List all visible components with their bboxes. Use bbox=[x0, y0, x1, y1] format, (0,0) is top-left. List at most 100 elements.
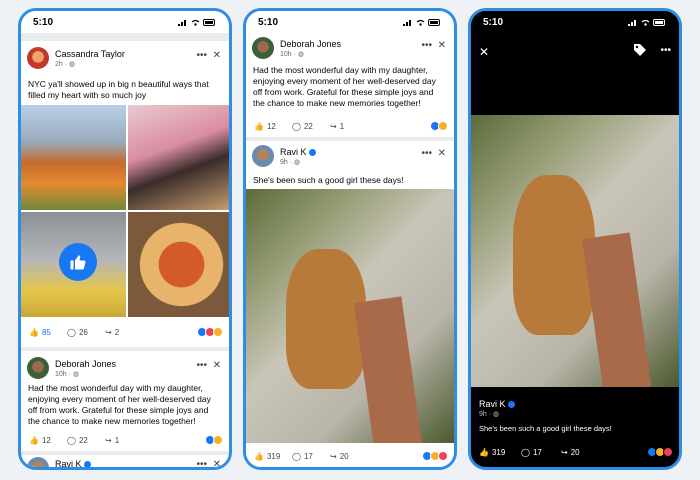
like-reaction-overlay-icon bbox=[59, 243, 97, 281]
globe-icon: ◍ bbox=[72, 370, 80, 378]
share-icon: ↪ bbox=[330, 451, 337, 461]
battery-icon bbox=[428, 18, 440, 26]
feed-post: Deborah Jones 10h · ◍ ••• ✕ Had the most… bbox=[246, 33, 454, 137]
reaction-summary[interactable] bbox=[205, 435, 223, 445]
photo-dog-walk[interactable] bbox=[246, 189, 454, 443]
author-name[interactable]: Deborah Jones bbox=[55, 359, 116, 369]
photo-woman-shopping[interactable] bbox=[128, 105, 229, 210]
share-button[interactable]: ↪ 20 bbox=[561, 448, 580, 457]
like-button[interactable]: 👍 12 bbox=[29, 436, 51, 445]
close-icon[interactable]: ✕ bbox=[438, 40, 446, 51]
comment-icon: ◯ bbox=[292, 451, 301, 461]
thumbs-up-icon bbox=[70, 255, 86, 270]
haha-reaction-icon bbox=[213, 327, 223, 337]
dog-shape bbox=[286, 249, 366, 389]
reaction-summary[interactable] bbox=[647, 447, 673, 457]
author-name[interactable]: Cassandra Taylor bbox=[55, 49, 125, 59]
photo-dog-walk[interactable] bbox=[471, 115, 679, 387]
comment-button[interactable]: ◯ 26 bbox=[67, 328, 88, 337]
reaction-summary[interactable] bbox=[430, 121, 448, 131]
like-count: 12 bbox=[41, 435, 51, 445]
reaction-bar: 👍 12 ◯ 22 ↪ 1 bbox=[21, 429, 229, 451]
wifi-icon bbox=[191, 19, 200, 26]
battery-icon bbox=[203, 18, 215, 26]
avatar[interactable] bbox=[252, 37, 274, 59]
comment-button[interactable]: ◯ 17 bbox=[292, 452, 313, 461]
close-icon[interactable]: ✕ bbox=[213, 50, 221, 61]
post-header: Deborah Jones 10h · ◍ bbox=[252, 37, 341, 59]
share-button[interactable]: ↪ 1 bbox=[105, 436, 119, 445]
avatar[interactable] bbox=[27, 457, 49, 467]
photo-city-trees[interactable] bbox=[21, 105, 126, 210]
more-icon[interactable]: ••• bbox=[196, 50, 207, 61]
post-time: 9h bbox=[280, 158, 288, 166]
tag-icon[interactable] bbox=[633, 43, 647, 57]
reaction-bar: 👍 319 ◯ 17 ↪ 20 bbox=[246, 445, 454, 467]
thumbs-up-icon: 👍 bbox=[254, 121, 264, 131]
like-button[interactable]: 👍 12 bbox=[254, 122, 276, 131]
post-text: Had the most wonderful day with my daugh… bbox=[28, 383, 211, 426]
reaction-bar: 👍 12 ◯ 22 ↪ 1 bbox=[246, 115, 454, 137]
status-time: 5:10 bbox=[483, 16, 504, 28]
share-count: 1 bbox=[339, 121, 345, 131]
more-icon[interactable]: ••• bbox=[421, 148, 432, 159]
reaction-summary[interactable] bbox=[422, 451, 448, 461]
more-icon[interactable]: ••• bbox=[421, 40, 432, 51]
viewer-caption: Ravi K 9h · ◍ She's been such a good gir… bbox=[479, 399, 612, 433]
comment-button[interactable]: ◯ 17 bbox=[521, 448, 542, 457]
photo-pizza[interactable] bbox=[128, 212, 229, 317]
phone-photo-viewer: 5:10 ✕ ••• Ravi K 9h · ◍ She's been such… bbox=[468, 8, 682, 470]
share-count: 20 bbox=[339, 451, 349, 461]
author-name[interactable]: Ravi K bbox=[55, 459, 91, 467]
like-count: 319 bbox=[266, 451, 281, 461]
status-bar: 5:10 bbox=[471, 11, 679, 33]
share-button[interactable]: ↪ 1 bbox=[330, 122, 344, 131]
post-header: Ravi K 9h · ◍ bbox=[252, 145, 316, 167]
close-icon[interactable]: ✕ bbox=[213, 459, 221, 467]
status-bar: 5:10 bbox=[246, 11, 454, 33]
share-count: 2 bbox=[114, 327, 120, 337]
reaction-bar: 👍 319 ◯ 17 ↪ 20 bbox=[471, 441, 679, 463]
author-name[interactable]: Ravi K bbox=[479, 399, 612, 409]
author-name[interactable]: Deborah Jones bbox=[280, 39, 341, 49]
like-count: 12 bbox=[266, 121, 276, 131]
share-icon: ↪ bbox=[330, 121, 337, 131]
comment-icon: ◯ bbox=[67, 327, 76, 337]
wifi-icon bbox=[641, 19, 650, 26]
thumbs-up-icon: 👍 bbox=[29, 435, 39, 445]
share-count: 1 bbox=[114, 435, 120, 445]
avatar[interactable] bbox=[252, 145, 274, 167]
close-icon[interactable]: ✕ bbox=[479, 45, 489, 59]
close-icon[interactable]: ✕ bbox=[438, 148, 446, 159]
more-icon[interactable]: ••• bbox=[660, 45, 671, 56]
author-name[interactable]: Ravi K bbox=[280, 147, 316, 157]
share-button[interactable]: ↪ 2 bbox=[105, 328, 119, 337]
like-count: 319 bbox=[491, 447, 506, 457]
signal-icon bbox=[403, 19, 411, 26]
more-icon[interactable]: ••• bbox=[196, 360, 207, 371]
comment-icon: ◯ bbox=[521, 447, 530, 457]
avatar[interactable] bbox=[27, 357, 49, 379]
reaction-summary[interactable] bbox=[197, 327, 223, 337]
post-header: Cassandra Taylor 2h · ◍ bbox=[27, 47, 125, 69]
feed-post: Ravi K 9h · ◍ ••• ✕ She's been such a go… bbox=[246, 141, 454, 467]
share-button[interactable]: ↪ 20 bbox=[330, 452, 349, 461]
like-button[interactable]: 👍 319 bbox=[479, 448, 505, 457]
comment-count: 17 bbox=[532, 447, 542, 457]
feed-post: Deborah Jones 10h · ◍ ••• ✕ Had the most… bbox=[21, 351, 229, 451]
comment-count: 22 bbox=[78, 435, 88, 445]
avatar[interactable] bbox=[27, 47, 49, 69]
status-time: 5:10 bbox=[33, 16, 54, 28]
close-icon[interactable]: ✕ bbox=[213, 360, 221, 371]
thumbs-up-icon: 👍 bbox=[254, 451, 264, 461]
like-button[interactable]: 👍 85 bbox=[29, 328, 51, 337]
post-text: Had the most wonderful day with my daugh… bbox=[253, 65, 436, 108]
comment-button[interactable]: ◯ 22 bbox=[292, 122, 313, 131]
comment-button[interactable]: ◯ 22 bbox=[67, 436, 88, 445]
like-button[interactable]: 👍 319 bbox=[254, 452, 280, 461]
battery-icon bbox=[653, 18, 665, 26]
comment-count: 26 bbox=[78, 327, 88, 337]
globe-icon: ◍ bbox=[294, 158, 301, 166]
post-text: NYC ya'll showed up in big n beautiful w… bbox=[28, 79, 209, 100]
more-icon[interactable]: ••• bbox=[196, 459, 207, 467]
